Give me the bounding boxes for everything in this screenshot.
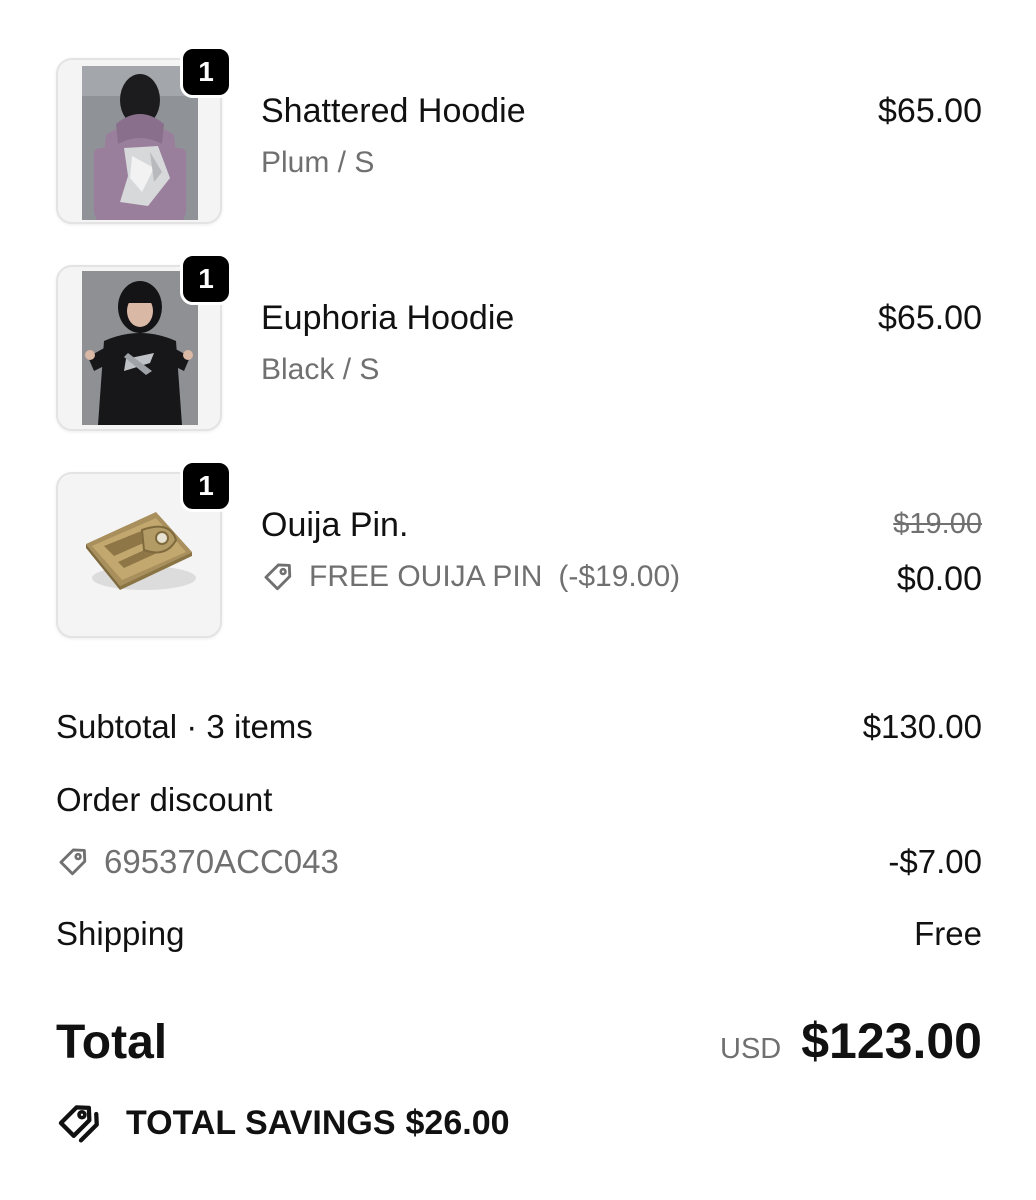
product-thumbnail-wrap: 1	[56, 253, 232, 431]
currency-code: USD	[720, 1033, 782, 1065]
total-value: $123.00	[801, 1013, 982, 1069]
total-label: Total	[56, 1016, 168, 1069]
product-variant: Black / S	[261, 353, 380, 386]
product-thumbnail-wrap: 1	[56, 46, 232, 224]
order-discount-code: 695370ACC043	[104, 843, 339, 880]
discount-amount: (-$19.00)	[558, 560, 681, 593]
product-name: Ouija Pin.	[261, 506, 409, 544]
discount-code: FREE OUIJA PIN	[309, 560, 543, 593]
total-row: Total USD $123.00	[56, 1012, 982, 1070]
original-price: $19.00	[893, 508, 982, 540]
order-discount-label: Order discount	[56, 781, 273, 818]
discount-code-wrap: 695370ACC043	[56, 843, 339, 881]
total-amount-wrap: USD $123.00	[720, 1012, 982, 1070]
quantity-badge: 1	[180, 253, 232, 305]
total-savings: TOTAL SAVINGS $26.00	[56, 1100, 510, 1146]
line-item: 1 Ouija Pin. FREE OUIJA PIN (-$19.00) $1…	[56, 460, 982, 640]
line-item: 1 Euphoria Hoodie Black / S $65.00	[56, 253, 982, 433]
tag-icon	[264, 563, 292, 591]
quantity-badge: 1	[180, 460, 232, 512]
savings-value: $26.00	[405, 1103, 510, 1142]
shipping-label: Shipping	[56, 915, 185, 952]
product-thumbnail-wrap: 1	[56, 460, 232, 638]
line-item: 1 Shattered Hoodie Plum / S $65.00	[56, 46, 982, 226]
discount-code-row: 695370ACC043 -$7.00	[56, 843, 982, 881]
subtotal-value: $130.00	[862, 708, 982, 745]
product-price: $65.00	[878, 92, 982, 130]
double-tag-icon	[58, 1105, 99, 1143]
product-price: $65.00	[878, 299, 982, 337]
order-discount-value: -$7.00	[888, 843, 982, 880]
subtotal-label: Subtotal · 3 items	[56, 708, 313, 745]
product-name: Shattered Hoodie	[261, 92, 526, 130]
shipping-row: Shipping Free	[56, 915, 982, 953]
order-discount-row: Order discount	[56, 781, 982, 819]
quantity-badge: 1	[180, 46, 232, 98]
product-variant: Plum / S	[261, 146, 375, 179]
shipping-value: Free	[914, 915, 982, 952]
product-price: $0.00	[896, 560, 982, 598]
product-name: Euphoria Hoodie	[261, 299, 515, 337]
savings-label: TOTAL SAVINGS	[126, 1103, 396, 1142]
subtotal-row: Subtotal · 3 items $130.00	[56, 708, 982, 746]
tag-icon	[59, 848, 87, 876]
item-discount: FREE OUIJA PIN (-$19.00)	[261, 560, 680, 594]
